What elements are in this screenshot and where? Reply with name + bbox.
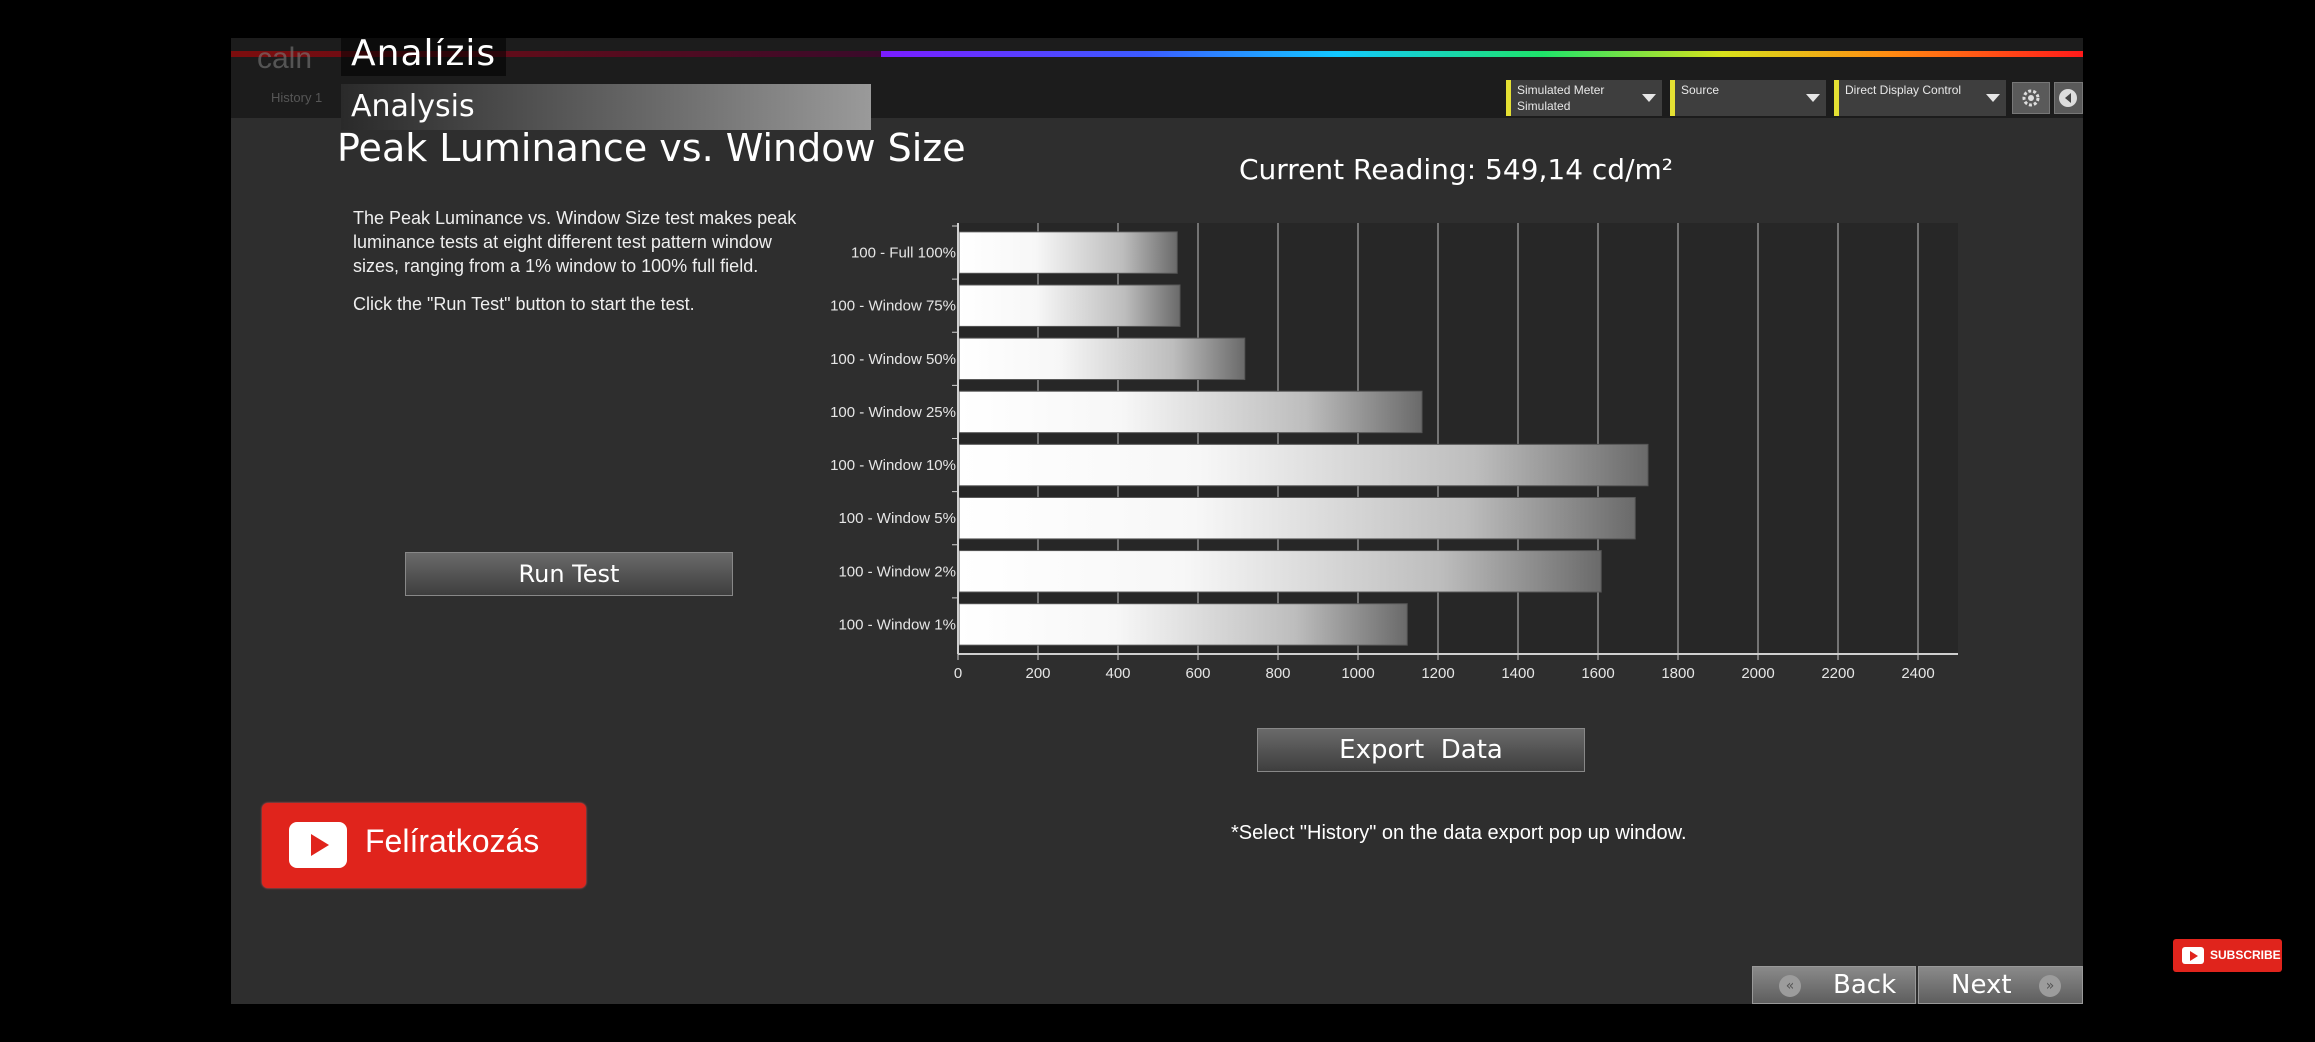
category-label: 100 - Window 1% (838, 616, 956, 633)
x-tick-label: 800 (1265, 665, 1290, 682)
youtube-play-icon (289, 822, 347, 868)
category-label: 100 - Window 5% (838, 510, 956, 527)
category-label: 100 - Window 50% (830, 351, 956, 368)
x-tick-label: 600 (1185, 665, 1210, 682)
bar (958, 443, 1649, 487)
bar (958, 284, 1181, 327)
bar (958, 390, 1423, 434)
x-tick-label: 1200 (1421, 665, 1454, 682)
x-tick-label: 1000 (1341, 665, 1374, 682)
x-tick-label: 400 (1105, 665, 1130, 682)
x-tick-label: 2000 (1741, 665, 1774, 682)
luminance-bar-chart: 100 - Full 100% 100 - Window 75% 100 - Win… (830, 223, 1958, 682)
arrow-left-icon (2059, 89, 2077, 107)
double-chevron-left-icon: « (1779, 975, 1801, 997)
header-strip-left (231, 51, 881, 57)
chevron-down-icon (1642, 94, 1656, 102)
x-tick-label: 2200 (1821, 665, 1854, 682)
subscribe-watermark[interactable]: SUBSCRIBE (2173, 939, 2282, 972)
source-label: Source (1681, 83, 1720, 97)
category-label: 100 - Window 2% (838, 563, 956, 580)
back-label: Back (1833, 970, 1897, 1000)
bar (958, 337, 1246, 381)
source-dropdown[interactable]: Source (1670, 80, 1826, 116)
chevron-down-icon (1806, 94, 1820, 102)
subscribe-overlay-button[interactable]: Felíratkozás (262, 803, 586, 888)
collapse-button[interactable] (2054, 82, 2083, 114)
next-label: Next (1951, 970, 2012, 1000)
meter-label: Simulated Meter (1517, 83, 1605, 97)
x-tick-label: 0 (954, 665, 962, 682)
gear-icon (2022, 89, 2040, 107)
x-tick-label: 1600 (1581, 665, 1614, 682)
title-english: Analysis (341, 84, 871, 130)
chart-category-labels: 100 - Full 100% 100 - Window 75% 100 - Win… (830, 225, 958, 633)
bar (958, 550, 1602, 593)
chevron-down-icon (1986, 94, 2000, 102)
subscribe-watermark-label: SUBSCRIBE (2210, 948, 2281, 962)
meter-dropdown[interactable]: Simulated Meter Simulated (1506, 80, 1662, 116)
x-tick-label: 1800 (1661, 665, 1694, 682)
next-button[interactable]: Next » (1918, 966, 2083, 1004)
bar (958, 496, 1636, 540)
x-tick-label: 1400 (1501, 665, 1534, 682)
app-logo: caln (257, 42, 313, 75)
back-button[interactable]: « Back (1752, 966, 1916, 1004)
settings-button[interactable] (2012, 82, 2050, 114)
subscribe-overlay-label: Felíratkozás (365, 823, 540, 859)
history-tab[interactable]: History 1 (271, 90, 322, 105)
double-chevron-right-icon: » (2039, 975, 2061, 997)
rainbow-strip (881, 51, 2083, 57)
title-hungarian: Analízis (341, 38, 507, 76)
chart-x-tick-labels: 0 200 400 600 800 1000 1200 1400 1600 1800 2000 220… (954, 654, 1935, 682)
display-control-label: Direct Display Control (1845, 83, 1962, 97)
category-label: 100 - Window 10% (830, 457, 956, 474)
x-tick-label: 200 (1025, 665, 1050, 682)
category-label: 100 - Window 25% (830, 404, 956, 421)
meter-value: Simulated (1517, 99, 1571, 113)
page-title: Peak Luminance vs. Window Size (337, 126, 966, 170)
export-data-button[interactable]: Export Data (1257, 728, 1585, 772)
bar (958, 603, 1408, 646)
x-tick-label: 2400 (1901, 665, 1934, 682)
youtube-icon (2182, 947, 2204, 964)
category-label: 100 - Full 100% (851, 245, 956, 262)
category-label: 100 - Window 75% (830, 298, 956, 315)
export-note: *Select "History" on the data export pop… (1231, 822, 1687, 844)
display-control-dropdown[interactable]: Direct Display Control (1834, 80, 2006, 116)
bar (958, 231, 1178, 274)
